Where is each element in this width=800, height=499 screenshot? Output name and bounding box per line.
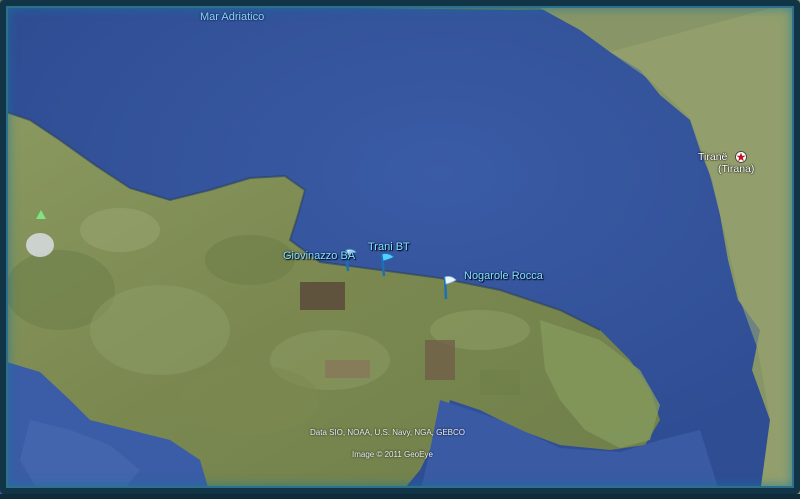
data-credit: Data SIO, NOAA, U.S. Navy, NGA, GEBCO [310, 428, 465, 437]
sea-label: Mar Adriatico [200, 11, 265, 23]
flag-pin-icon[interactable] [376, 252, 396, 278]
capital-name: Tiranë [698, 151, 728, 163]
satellite-map[interactable]: Mar Adriatico Tiranë (Tirana) Giovinazzo… [0, 0, 800, 494]
image-credit: Image © 2011 GeoEye [352, 450, 433, 459]
capital-name-alt: (Tirana) [718, 163, 755, 175]
capital-label: Tiranë (Tirana) [698, 151, 754, 175]
triangle-icon [36, 206, 46, 224]
placemark-label-nogarole[interactable]: Nogarole Rocca [464, 270, 543, 282]
placemark-label-giovinazzo[interactable]: Giovinazzo BA [283, 250, 355, 262]
flag-pin-icon[interactable] [439, 274, 459, 300]
placemark-label-trani[interactable]: Trani BT [368, 241, 410, 253]
snow-patch [26, 233, 54, 257]
